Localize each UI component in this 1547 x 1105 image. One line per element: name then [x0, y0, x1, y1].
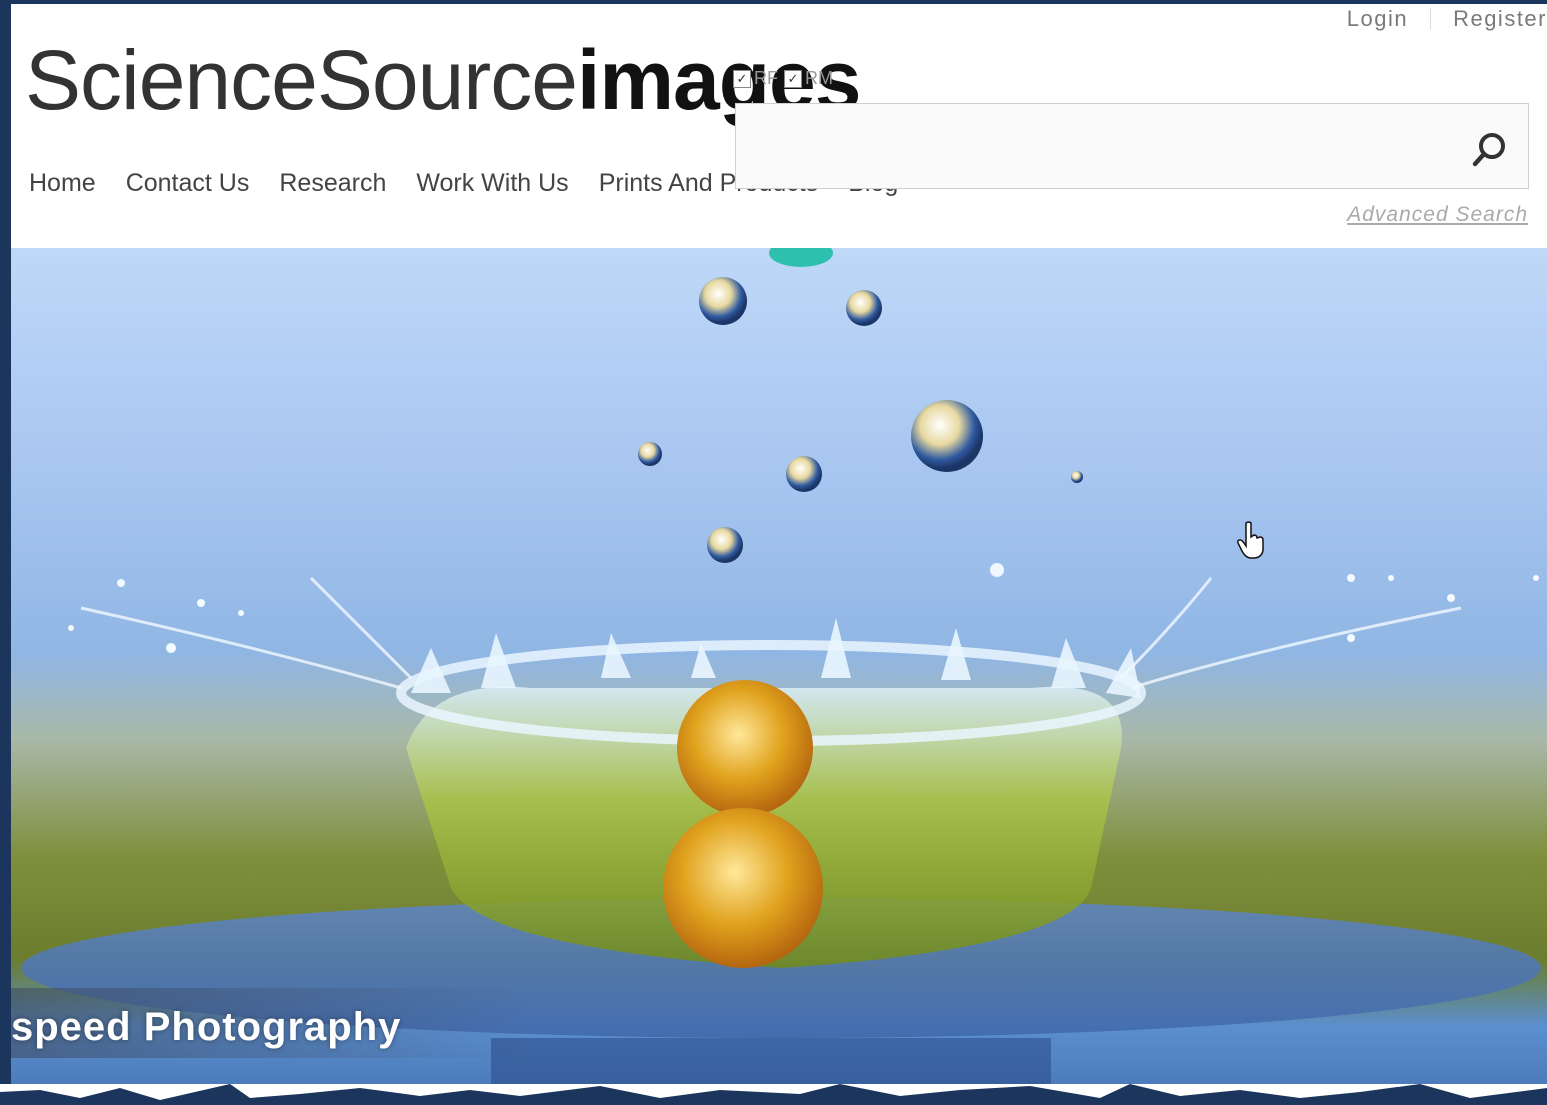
register-link[interactable]: Register	[1453, 6, 1547, 32]
account-links: Login Register	[1347, 4, 1547, 34]
divider	[1430, 8, 1432, 30]
search-icon[interactable]	[1470, 129, 1510, 169]
page: Login Register ScienceSourceimages ✓ RF …	[11, 4, 1547, 1094]
nav-contact-us[interactable]: Contact Us	[126, 169, 250, 198]
rm-checkbox[interactable]: ✓	[784, 69, 802, 88]
nav-work-with-us[interactable]: Work With Us	[416, 169, 568, 198]
advanced-search-link[interactable]: Advanced Search	[1347, 203, 1528, 227]
nav-home[interactable]: Home	[29, 169, 96, 198]
search-input[interactable]	[748, 124, 1452, 170]
login-link[interactable]: Login	[1347, 6, 1408, 32]
hero-image[interactable]: speed Photography	[11, 248, 1547, 1094]
rf-checkbox[interactable]: ✓	[733, 69, 751, 88]
hand-cursor-icon	[1237, 521, 1264, 559]
search-box	[735, 103, 1529, 189]
rf-label: RF	[754, 68, 778, 88]
rm-filter[interactable]: ✓ RM	[784, 68, 833, 89]
logo-text-light: ScienceSource	[25, 33, 578, 127]
footer-silhouette	[0, 1084, 1547, 1105]
nav-research[interactable]: Research	[279, 169, 386, 198]
license-filters: ✓ RF ✓ RM	[733, 68, 833, 89]
water-splash-photo	[21, 248, 1541, 1094]
rm-label: RM	[805, 68, 833, 88]
rf-filter[interactable]: ✓ RF	[733, 68, 778, 89]
hero-caption: speed Photography	[11, 1005, 402, 1049]
